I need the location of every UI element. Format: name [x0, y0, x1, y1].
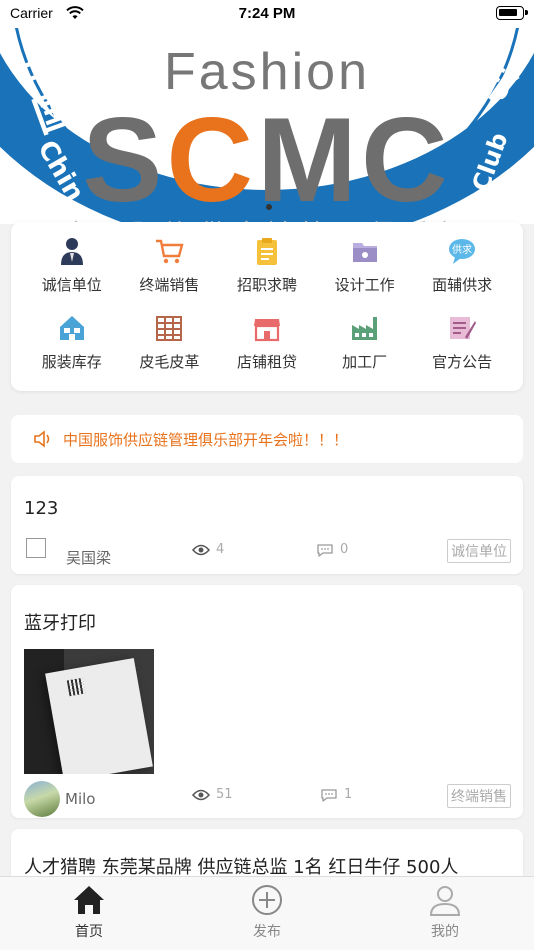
category-label: 诚信单位 [41, 276, 102, 294]
category-label: 面辅供求 [432, 276, 493, 294]
category-label: 店铺租贷 [236, 353, 297, 371]
comments-stat: 1 [320, 787, 352, 802]
views-stat: 4 [192, 542, 224, 557]
factory-icon [351, 317, 377, 340]
category-item[interactable]: 皮毛皮革 [121, 313, 219, 372]
bottom-tab-bar: 首页 发布 我的 [0, 876, 534, 950]
banner-carousel[interactable]: 中国 乐部 Chin Club Fashion SCMC 中国服饰供应链管理俱乐… [0, 28, 534, 224]
category-item[interactable]: 诚信单位 [23, 236, 121, 295]
tab-label: 发布 [253, 924, 281, 940]
tab-label: 首页 [75, 924, 103, 940]
avatar[interactable] [24, 781, 60, 817]
views-stat: 51 [192, 787, 233, 802]
speaker-icon [34, 430, 50, 448]
post-category-tag[interactable]: 诚信单位 [447, 539, 511, 563]
category-label: 设计工作 [334, 276, 395, 294]
comments-stat: 0 [316, 542, 348, 557]
category-label: 皮毛皮革 [139, 353, 200, 371]
scmc-mc: MC [257, 93, 452, 224]
post-meta: 吴国梁 4 0 诚信单位 [24, 538, 511, 567]
user-icon [429, 886, 461, 916]
category-item[interactable]: 设计工作 [316, 236, 414, 295]
tab-mine[interactable]: 我的 [356, 877, 534, 950]
tab-label: 我的 [431, 924, 459, 940]
comments-count: 0 [340, 542, 349, 557]
tab-home[interactable]: 首页 [0, 877, 178, 950]
post-author: 吴国梁 [66, 549, 112, 567]
comment-icon [321, 788, 337, 802]
folder-icon [352, 243, 377, 262]
category-card: 诚信单位 终端销售 招职求聘 设计工作 供求 面辅供求 服装库存 皮毛皮革 店铺 [11, 222, 523, 391]
notepad-icon [450, 317, 477, 339]
post-author: Milo [65, 790, 96, 808]
shop-icon [253, 319, 280, 342]
plus-circle-icon [252, 885, 282, 915]
banner-scmc-logo: SCMC [0, 100, 534, 220]
category-label: 招职求聘 [236, 276, 297, 294]
category-item[interactable]: 加工厂 [316, 313, 414, 372]
comments-count: 1 [344, 787, 353, 802]
search-button[interactable]: 搜索 [30, 44, 80, 64]
announcement-bar[interactable]: 中国服饰供应链管理俱乐部开年会啦！！！ [11, 415, 523, 463]
tab-publish[interactable]: 发布 [178, 877, 356, 950]
leather-icon [156, 316, 183, 341]
scmc-c: C [166, 93, 258, 224]
category-label: 终端销售 [139, 276, 200, 294]
eye-icon [192, 544, 210, 555]
post-meta: Milo 51 1 终端销售 [24, 781, 511, 817]
carousel-indicator[interactable] [266, 204, 272, 210]
status-bar: Carrier 7:24 PM [0, 0, 534, 28]
status-time: 7:24 PM [238, 5, 296, 22]
post-card[interactable]: 蓝牙打印 Milo 51 1 终端销售 [11, 585, 523, 818]
battery-icon [496, 6, 528, 20]
eye-icon [192, 789, 210, 800]
views-count: 51 [216, 787, 233, 802]
category-item[interactable]: 终端销售 [121, 236, 219, 295]
clipboard-icon [256, 238, 277, 265]
announcement-text: 中国服饰供应链管理俱乐部开年会啦！！！ [63, 430, 349, 449]
post-category-tag[interactable]: 终端销售 [447, 784, 511, 808]
home-icon [74, 886, 104, 914]
select-checkbox[interactable] [26, 538, 46, 558]
chat-bubble-icon: 供求 [449, 239, 476, 264]
cart-icon [156, 239, 184, 264]
house-icon [59, 316, 84, 340]
category-label: 服装库存 [41, 353, 102, 371]
scmc-s: S [82, 93, 167, 224]
category-item[interactable]: 官方公告 [413, 313, 511, 372]
post-title: 蓝牙打印 [24, 613, 96, 634]
person-suit-icon [60, 238, 83, 265]
views-count: 4 [216, 542, 225, 557]
category-item[interactable]: 供求 面辅供求 [413, 236, 511, 295]
svg-text:供求: 供求 [452, 243, 472, 256]
search-label: 搜索 [52, 47, 80, 63]
category-item[interactable]: 招职求聘 [218, 236, 316, 295]
category-label: 官方公告 [432, 353, 493, 371]
category-item[interactable]: 服装库存 [23, 313, 121, 372]
category-grid: 诚信单位 终端销售 招职求聘 设计工作 供求 面辅供求 服装库存 皮毛皮革 店铺 [23, 236, 511, 372]
category-label: 加工厂 [342, 353, 388, 371]
post-title: 123 [24, 498, 59, 519]
search-icon [30, 45, 48, 63]
post-image[interactable] [24, 649, 154, 774]
comment-icon [317, 543, 333, 557]
category-item[interactable]: 店铺租贷 [218, 313, 316, 372]
post-card[interactable]: 123 吴国梁 4 0 诚信单位 [11, 476, 523, 574]
